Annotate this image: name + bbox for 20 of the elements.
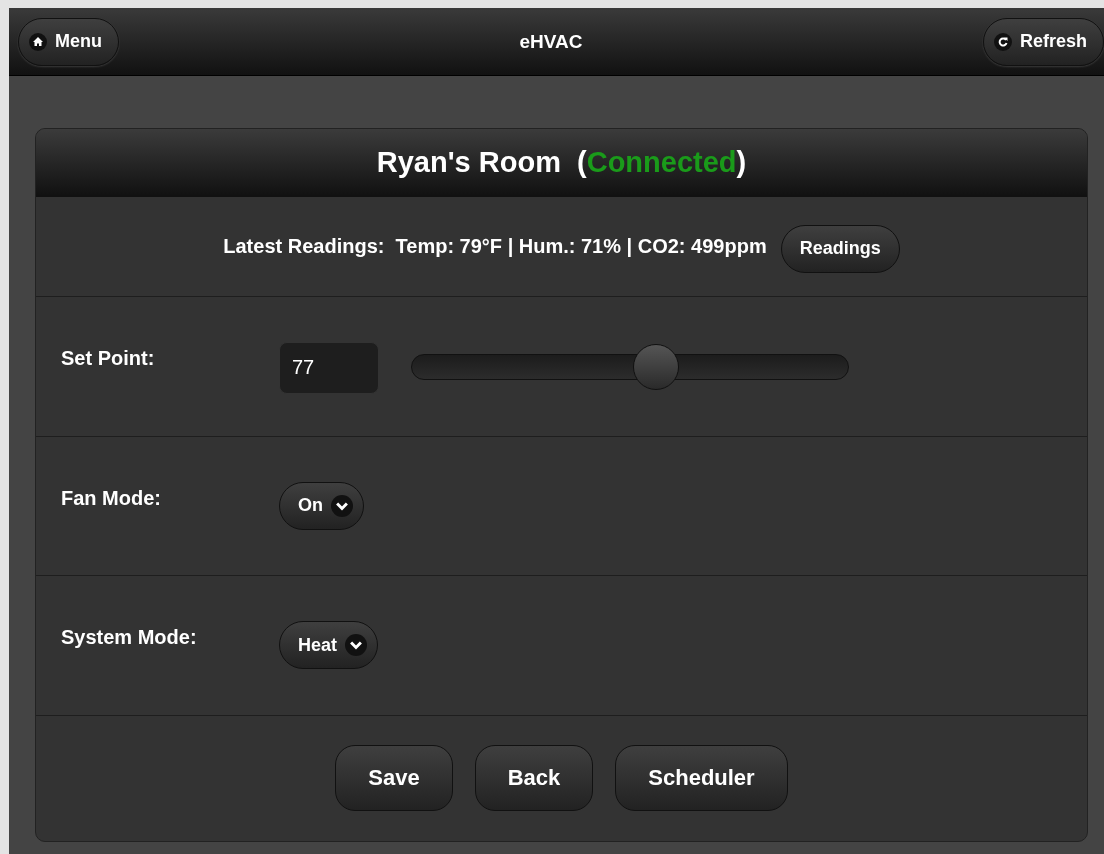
action-button[interactable]: Back — [474, 745, 594, 812]
set-point-field[interactable]: 77 — [279, 341, 379, 394]
slider-track[interactable] — [411, 343, 849, 390]
app-title: eHVAC — [519, 30, 583, 53]
refresh-icon — [993, 32, 1012, 51]
room-title: Ryan's Room (Connected) — [376, 145, 747, 179]
menu-button[interactable]: Menu — [18, 17, 119, 66]
refresh-button[interactable]: Refresh — [982, 17, 1104, 66]
action-button[interactable]: Save — [335, 745, 453, 812]
setting-label: System Mode: — [61, 626, 198, 650]
latest-readings-text: Latest Readings: Temp: 79°F | Hum.: 71% | CO2: 499ppm — [223, 235, 767, 258]
mode-select[interactable]: On — [279, 481, 364, 530]
chevron-down-icon — [331, 494, 353, 517]
action-button[interactable]: Scheduler — [615, 745, 788, 812]
home-icon — [29, 32, 47, 51]
chevron-down-icon — [345, 634, 367, 657]
readings-button[interactable]: Readings — [780, 224, 900, 273]
mode-select[interactable]: Heat — [279, 621, 378, 670]
setting-label: Set Point: — [61, 347, 156, 371]
setting-label: Fan Mode: — [61, 486, 162, 510]
